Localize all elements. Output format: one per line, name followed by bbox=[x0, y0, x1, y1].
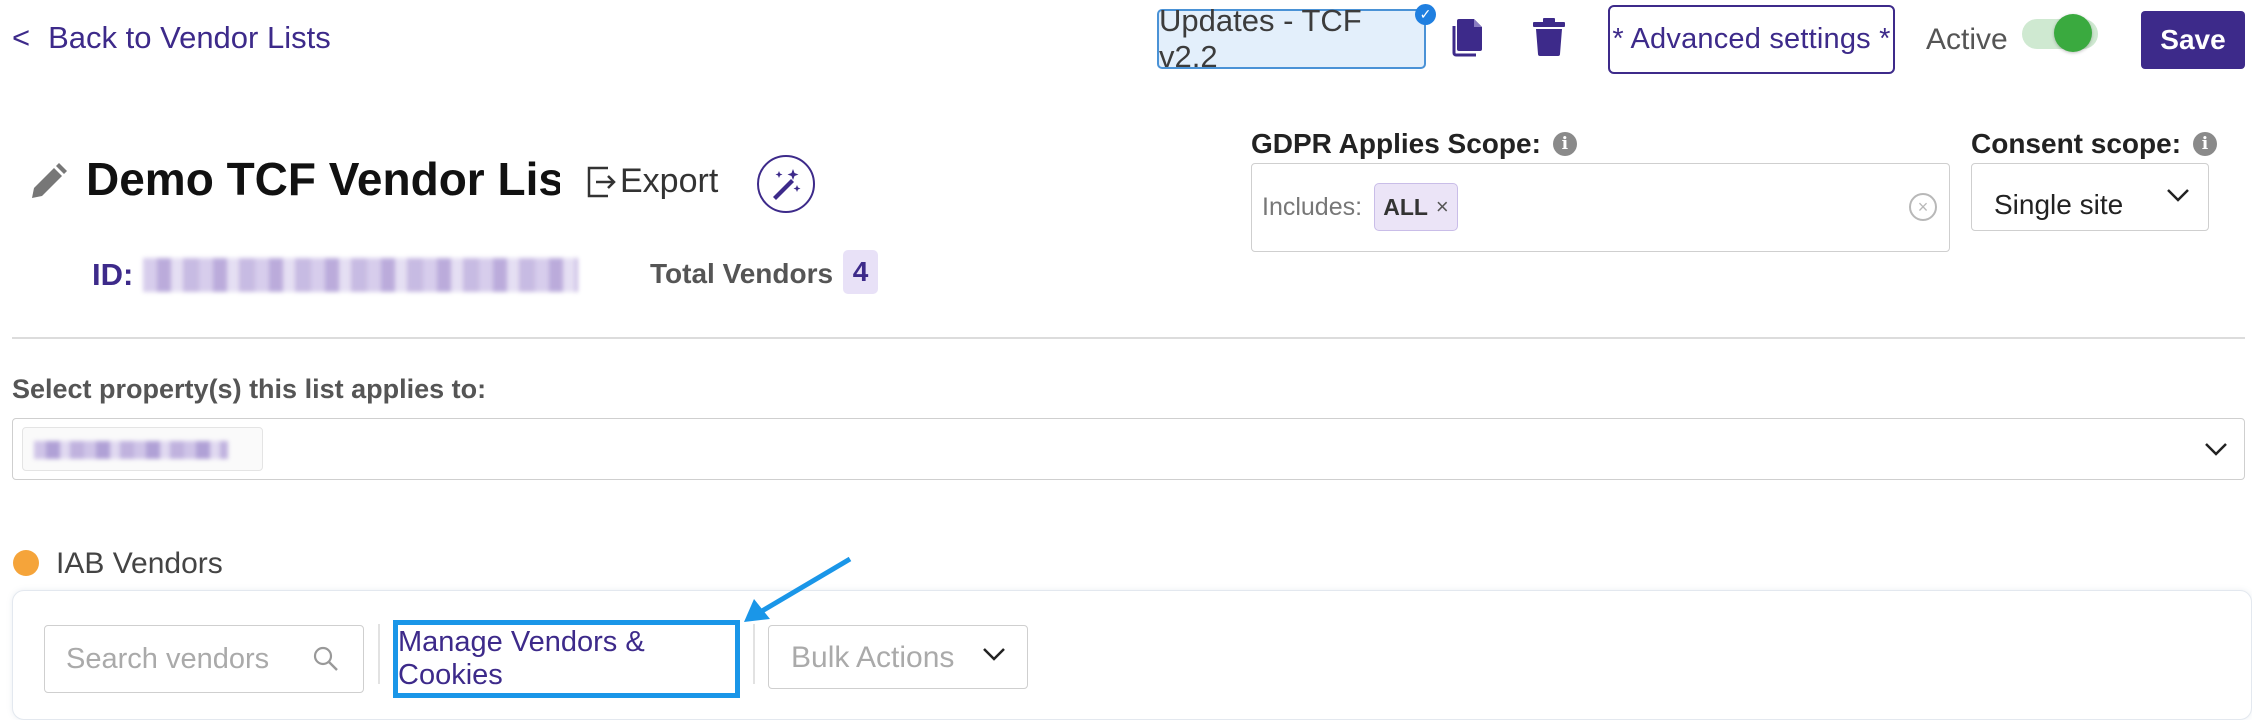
clear-icon[interactable]: × bbox=[1909, 193, 1937, 221]
toolbar-separator bbox=[378, 624, 380, 684]
advanced-settings-label: * Advanced settings * bbox=[1612, 23, 1891, 55]
advanced-settings-button[interactable]: * Advanced settings * bbox=[1608, 5, 1895, 74]
search-input[interactable] bbox=[46, 627, 306, 691]
section-divider bbox=[12, 337, 2245, 339]
property-select-label: Select property(s) this list applies to: bbox=[12, 374, 487, 404]
includes-label: Includes: bbox=[1262, 193, 1363, 221]
chevron-down-icon bbox=[982, 646, 1006, 667]
export-button[interactable]: Export bbox=[586, 162, 718, 201]
bulk-actions-label: Bulk Actions bbox=[791, 641, 955, 674]
chevron-down-icon bbox=[2166, 187, 2190, 208]
consent-scope-label-text: Consent scope: bbox=[1971, 128, 2182, 159]
updates-tcf-label: Updates - TCF v2.2 bbox=[1159, 3, 1362, 74]
back-link-label: Back to Vendor Lists bbox=[48, 20, 331, 55]
active-label: Active bbox=[1926, 23, 2008, 56]
annotation-arrow-icon bbox=[740, 555, 860, 630]
status-dot bbox=[13, 550, 39, 576]
scope-tag-label: ALL bbox=[1383, 193, 1428, 220]
manage-vendors-label: Manage Vendors & Cookies bbox=[398, 626, 645, 691]
search-icon[interactable] bbox=[312, 645, 340, 678]
chevron-down-icon[interactable] bbox=[2204, 441, 2228, 462]
property-select[interactable] bbox=[12, 418, 2245, 480]
chevron-left-icon: < bbox=[12, 20, 31, 55]
info-icon[interactable]: i bbox=[2193, 132, 2218, 156]
check-badge-icon: ✓ bbox=[1415, 4, 1436, 25]
consent-scope-label: Consent scope: i bbox=[1971, 128, 2218, 160]
manage-vendors-cookies-button[interactable]: Manage Vendors & Cookies bbox=[393, 620, 740, 698]
export-label: Export bbox=[620, 162, 719, 200]
back-to-vendor-lists-link[interactable]: < Back to Vendor Lists bbox=[12, 20, 331, 56]
tag-remove-icon[interactable]: × bbox=[1436, 194, 1449, 220]
trash-icon[interactable] bbox=[1532, 17, 1566, 62]
gdpr-scope-label-text: GDPR Applies Scope: bbox=[1251, 128, 1541, 159]
scope-tag-all: ALL × bbox=[1374, 183, 1458, 231]
pencil-icon[interactable] bbox=[28, 162, 68, 207]
copy-icon[interactable] bbox=[1451, 17, 1483, 62]
gdpr-scope-label: GDPR Applies Scope: i bbox=[1251, 128, 1577, 160]
export-icon bbox=[587, 166, 616, 197]
property-chip-redacted bbox=[34, 441, 228, 459]
toolbar-separator bbox=[753, 624, 755, 684]
total-vendors-label: Total Vendors bbox=[650, 258, 834, 289]
info-icon[interactable]: i bbox=[1552, 132, 1577, 156]
updates-tcf-button[interactable]: Updates - TCF v2.2 bbox=[1157, 3, 1426, 74]
id-value-redacted bbox=[143, 258, 578, 292]
save-button[interactable]: Save bbox=[2141, 11, 2245, 69]
id-label: ID: bbox=[92, 257, 134, 292]
save-label: Save bbox=[2160, 24, 2226, 55]
iab-vendors-heading: IAB Vendors bbox=[56, 547, 223, 580]
magic-wand-icon bbox=[773, 169, 801, 200]
active-toggle-knob[interactable] bbox=[2054, 14, 2092, 52]
magic-wand-button[interactable] bbox=[757, 155, 815, 213]
consent-scope-value: Single site bbox=[1994, 189, 2124, 220]
total-vendors-count: 4 bbox=[843, 250, 878, 294]
vendor-list-title[interactable]: Demo TCF Vendor Lis bbox=[86, 152, 560, 206]
